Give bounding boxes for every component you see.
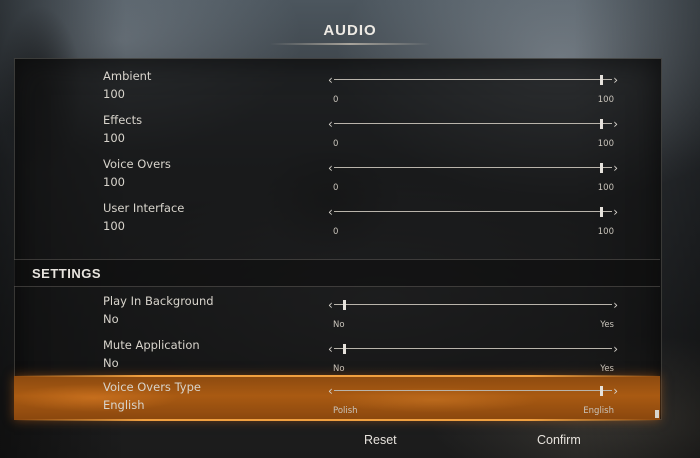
setting-label: Voice Overs Type bbox=[103, 380, 201, 394]
arrow-left-icon[interactable]: ‹ bbox=[328, 162, 333, 174]
setting-label: User Interface bbox=[103, 201, 185, 215]
slider-max-label: 100 bbox=[597, 183, 614, 193]
slider-min-label: No bbox=[333, 320, 345, 330]
slider-max-label: Yes bbox=[600, 320, 614, 330]
arrow-right-icon[interactable]: › bbox=[613, 299, 618, 311]
arrow-right-icon[interactable]: › bbox=[613, 74, 618, 86]
slider-max-label: 100 bbox=[597, 95, 614, 105]
slider-min-label: 0 bbox=[333, 183, 339, 193]
setting-row-effects[interactable]: Effects 100 ‹ › 0 100 bbox=[14, 109, 660, 153]
reset-button[interactable]: Reset bbox=[364, 433, 397, 447]
confirm-button[interactable]: Confirm bbox=[537, 433, 581, 447]
effects-slider[interactable]: ‹ › bbox=[328, 118, 618, 130]
setting-row-user-interface[interactable]: User Interface 100 ‹ › 0 100 bbox=[14, 197, 660, 241]
arrow-right-icon[interactable]: › bbox=[613, 162, 618, 174]
slider-min-label: No bbox=[333, 364, 345, 374]
slider-track bbox=[334, 211, 612, 212]
slider-min-label: Polish bbox=[333, 406, 358, 416]
setting-value: No bbox=[103, 356, 119, 370]
arrow-left-icon[interactable]: ‹ bbox=[328, 385, 333, 397]
setting-row-voice-overs-type[interactable]: Voice Overs Type English ‹ › Polish Engl… bbox=[14, 375, 660, 421]
scrollbar-thumb[interactable] bbox=[655, 410, 659, 418]
setting-value: English bbox=[103, 398, 145, 412]
slider-max-label: 100 bbox=[597, 227, 614, 237]
slider-thumb[interactable] bbox=[343, 300, 346, 310]
slider-track bbox=[334, 123, 612, 124]
page-title: AUDIO bbox=[323, 22, 377, 39]
voice-overs-type-selector[interactable]: ‹ › bbox=[328, 385, 618, 397]
slider-max-label: English bbox=[583, 406, 614, 416]
setting-row-ambient[interactable]: Ambient 100 ‹ › 0 100 bbox=[14, 65, 660, 109]
arrow-left-icon[interactable]: ‹ bbox=[328, 118, 333, 130]
arrow-right-icon[interactable]: › bbox=[613, 206, 618, 218]
setting-value: 100 bbox=[103, 87, 125, 101]
slider-thumb[interactable] bbox=[600, 386, 603, 396]
setting-label: Voice Overs bbox=[103, 157, 171, 171]
setting-value: No bbox=[103, 312, 119, 326]
user-interface-slider[interactable]: ‹ › bbox=[328, 206, 618, 218]
arrow-left-icon[interactable]: ‹ bbox=[328, 343, 333, 355]
setting-row-mute-application[interactable]: Mute Application No ‹ › No Yes bbox=[14, 334, 660, 378]
scrollbar[interactable] bbox=[655, 60, 659, 418]
arrow-left-icon[interactable]: ‹ bbox=[328, 299, 333, 311]
slider-thumb[interactable] bbox=[600, 163, 603, 173]
slider-track bbox=[334, 79, 612, 80]
setting-label: Ambient bbox=[103, 69, 152, 83]
setting-value: 100 bbox=[103, 131, 125, 145]
slider-track bbox=[334, 304, 612, 305]
arrow-right-icon[interactable]: › bbox=[613, 118, 618, 130]
slider-min-label: 0 bbox=[333, 95, 339, 105]
setting-row-voice-overs[interactable]: Voice Overs 100 ‹ › 0 100 bbox=[14, 153, 660, 197]
slider-thumb[interactable] bbox=[343, 344, 346, 354]
play-in-background-toggle[interactable]: ‹ › bbox=[328, 299, 618, 311]
title-underline bbox=[270, 43, 430, 45]
setting-label: Effects bbox=[103, 113, 143, 127]
arrow-left-icon[interactable]: ‹ bbox=[328, 74, 333, 86]
arrow-right-icon[interactable]: › bbox=[613, 385, 618, 397]
setting-label: Play In Background bbox=[103, 294, 214, 308]
setting-value: 100 bbox=[103, 219, 125, 233]
section-header-settings: SETTINGS bbox=[14, 259, 660, 287]
voice-overs-slider[interactable]: ‹ › bbox=[328, 162, 618, 174]
slider-thumb[interactable] bbox=[600, 207, 603, 217]
slider-min-label: 0 bbox=[333, 139, 339, 149]
slider-min-label: 0 bbox=[333, 227, 339, 237]
slider-track bbox=[334, 167, 612, 168]
slider-track bbox=[334, 390, 612, 391]
slider-max-label: Yes bbox=[600, 364, 614, 374]
setting-label: Mute Application bbox=[103, 338, 200, 352]
slider-thumb[interactable] bbox=[600, 75, 603, 85]
slider-max-label: 100 bbox=[597, 139, 614, 149]
slider-thumb[interactable] bbox=[600, 119, 603, 129]
arrow-right-icon[interactable]: › bbox=[613, 343, 618, 355]
ambient-slider[interactable]: ‹ › bbox=[328, 74, 618, 86]
arrow-left-icon[interactable]: ‹ bbox=[328, 206, 333, 218]
section-title: SETTINGS bbox=[32, 266, 102, 281]
slider-track bbox=[334, 348, 612, 349]
setting-value: 100 bbox=[103, 175, 125, 189]
mute-application-toggle[interactable]: ‹ › bbox=[328, 343, 618, 355]
setting-row-play-in-background[interactable]: Play In Background No ‹ › No Yes bbox=[14, 290, 660, 334]
